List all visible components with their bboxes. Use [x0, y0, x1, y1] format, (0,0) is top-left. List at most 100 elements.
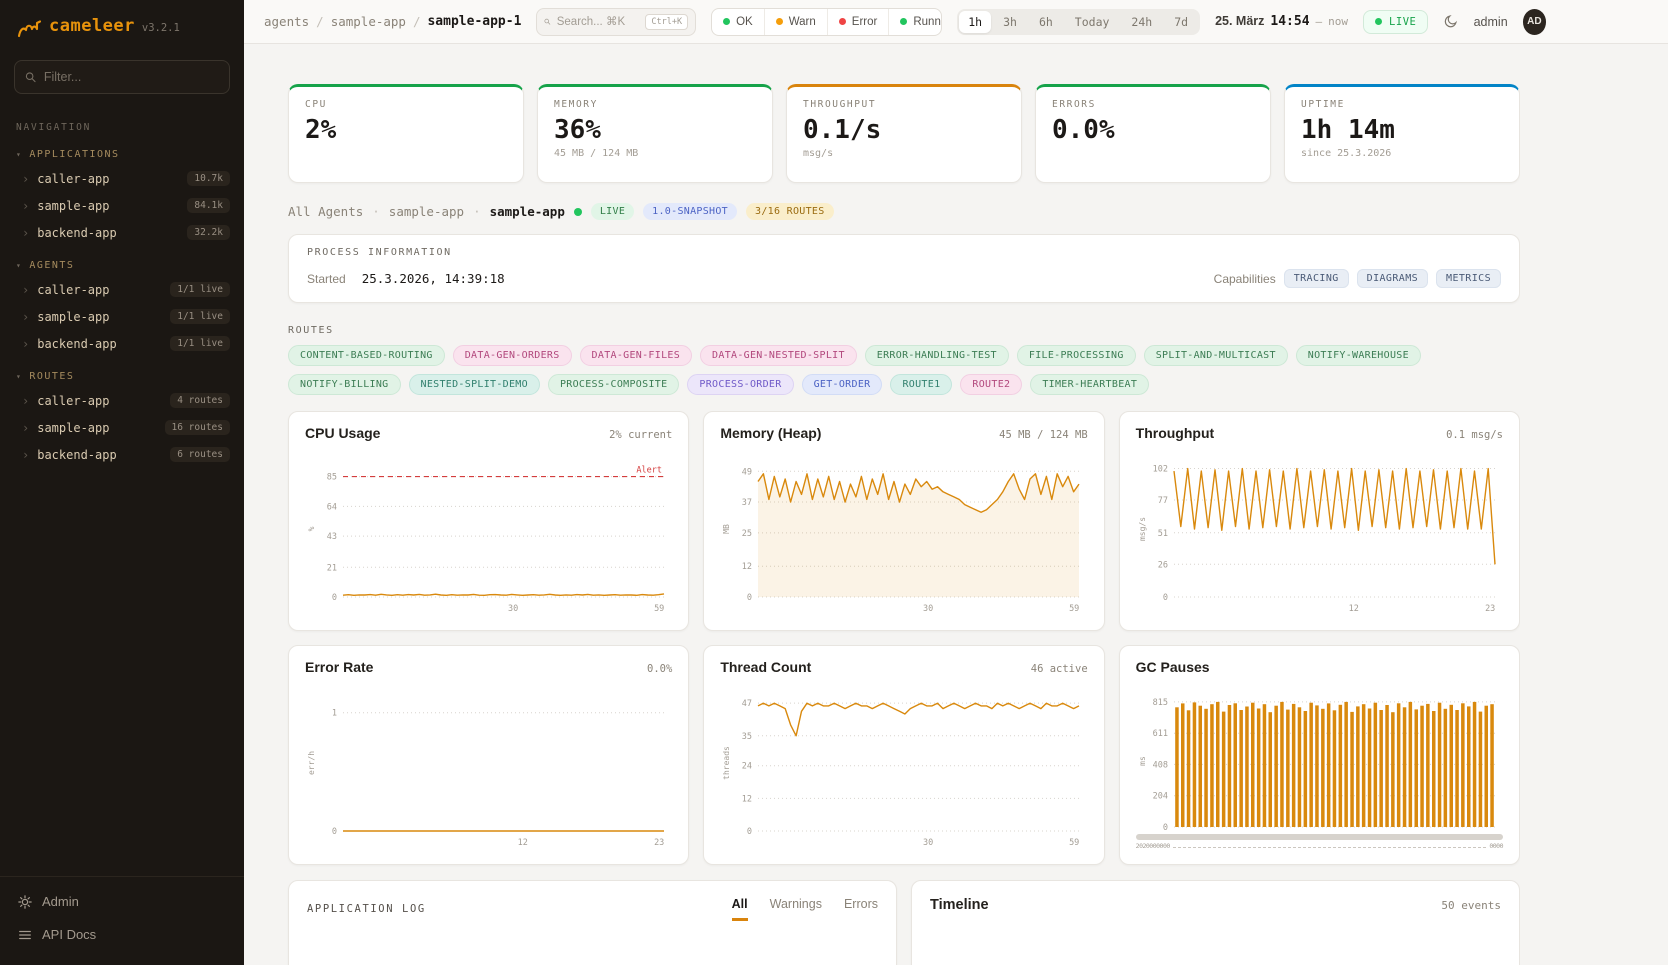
sidebar-item-sample-app[interactable]: ›sample-app1/1 live: [0, 303, 244, 330]
route-chip-file-processing[interactable]: FILE-PROCESSING: [1017, 345, 1136, 366]
route-chip-nested-split-demo[interactable]: NESTED-SPLIT-DEMO: [409, 374, 540, 395]
svg-text:77: 77: [1157, 496, 1167, 506]
svg-text:msg/s: msg/s: [1138, 517, 1147, 541]
sidebar-item-caller-app[interactable]: ›caller-app1/1 live: [0, 276, 244, 303]
sidebar-section-applications: ▾APPLICATIONS›caller-app10.7k›sample-app…: [0, 135, 244, 246]
chart-horizontal-scrollbar[interactable]: [1136, 834, 1503, 840]
route-chip-process-order[interactable]: PROCESS-ORDER: [687, 374, 793, 395]
agent-breadcrumb-link-all-agents[interactable]: All Agents: [288, 204, 363, 219]
time-range-6h[interactable]: 6h: [1029, 11, 1063, 33]
status-filter-label: OK: [736, 16, 753, 28]
route-chip-process-composite[interactable]: PROCESS-COMPOSITE: [548, 374, 679, 395]
sidebar-filter[interactable]: [14, 60, 230, 94]
log-tab-errors[interactable]: Errors: [844, 897, 878, 921]
time-range-3h[interactable]: 3h: [993, 11, 1027, 33]
sidebar-item-label: backend-app: [37, 448, 116, 462]
capabilities-label: Capabilities: [1214, 272, 1276, 286]
agent-breadcrumb-link-sample-app[interactable]: sample-app: [389, 204, 464, 219]
sidebar-item-caller-app[interactable]: ›caller-app10.7k: [0, 165, 244, 192]
agent-live-dot: [574, 208, 582, 216]
chart-title: Thread Count: [720, 659, 811, 675]
sidebar-section-header[interactable]: ▾AGENTS: [0, 246, 244, 276]
stat-card-errors: ERRORS0.0%: [1035, 84, 1271, 183]
chart-card-error-rate: Error Rate0.0%10err/h1223: [288, 645, 689, 865]
route-chip-notify-warehouse[interactable]: NOTIFY-WAREHOUSE: [1296, 345, 1421, 366]
charts-grid: CPU Usage2% current856443210%Alert3059Me…: [288, 411, 1520, 865]
global-search[interactable]: Ctrl+K: [536, 8, 696, 36]
filter-input[interactable]: [44, 70, 219, 84]
search-icon: [25, 71, 36, 83]
svg-text:24: 24: [742, 762, 752, 772]
route-chip-content-based-routing[interactable]: CONTENT-BASED-ROUTING: [288, 345, 445, 366]
route-chip-get-order[interactable]: GET-ORDER: [802, 374, 883, 395]
route-chip-data-gen-orders[interactable]: DATA-GEN-ORDERS: [453, 345, 572, 366]
time-range-today[interactable]: Today: [1065, 11, 1120, 33]
live-status-badge[interactable]: LIVE: [1363, 10, 1428, 34]
svg-text:35: 35: [742, 732, 752, 742]
route-chip-route1[interactable]: ROUTE1: [890, 374, 952, 395]
chart-plot-area: 1027751260msg/s1223: [1136, 449, 1503, 615]
sidebar-item-count-badge: 1/1 live: [170, 282, 230, 297]
log-tab-all[interactable]: All: [732, 897, 748, 921]
svg-text:408: 408: [1152, 760, 1167, 770]
sidebar-item-backend-app[interactable]: ›backend-app6 routes: [0, 441, 244, 468]
live-label: LIVE: [1389, 16, 1416, 28]
svg-text:43: 43: [327, 532, 337, 542]
sidebar-item-admin[interactable]: Admin: [0, 885, 244, 918]
status-filter-ok[interactable]: OK: [712, 9, 764, 35]
range-dash: —: [1316, 15, 1323, 28]
route-chip-notify-billing[interactable]: NOTIFY-BILLING: [288, 374, 401, 395]
chart-current-value: 0.1 msg/s: [1446, 429, 1503, 441]
svg-text:30: 30: [508, 604, 518, 614]
route-chip-route2[interactable]: ROUTE2: [960, 374, 1022, 395]
dark-mode-toggle-moon-icon[interactable]: [1443, 13, 1458, 30]
avatar[interactable]: AD: [1523, 9, 1546, 35]
svg-text:0: 0: [332, 593, 337, 603]
chevron-right-icon: ›: [22, 337, 29, 351]
breadcrumb-item-agents[interactable]: agents: [264, 14, 309, 29]
breadcrumb-item-sample-app[interactable]: sample-app: [331, 14, 406, 29]
time-range-24h[interactable]: 24h: [1121, 11, 1162, 33]
route-chip-split-and-multicast[interactable]: SPLIT-AND-MULTICAST: [1144, 345, 1288, 366]
chart-current-value: 45 MB / 124 MB: [999, 429, 1088, 441]
stat-label: MEMORY: [554, 99, 756, 110]
sidebar-item-count-badge: 1/1 live: [170, 309, 230, 324]
status-filter-label: Error: [852, 16, 878, 28]
app-version: v3.2.1: [142, 22, 180, 34]
route-chip-timer-heartbeat[interactable]: TIMER-HEARTBEAT: [1030, 374, 1149, 395]
sidebar-section-header[interactable]: ▾APPLICATIONS: [0, 135, 244, 165]
sidebar-item-sample-app[interactable]: ›sample-app84.1k: [0, 192, 244, 219]
breadcrumb-separator: /: [413, 14, 421, 29]
time-range-7d[interactable]: 7d: [1164, 11, 1198, 33]
svg-text:0: 0: [747, 593, 752, 603]
route-chip-data-gen-files[interactable]: DATA-GEN-FILES: [580, 345, 693, 366]
search-input[interactable]: [557, 16, 640, 28]
timeline-title: Timeline: [930, 897, 989, 913]
svg-text:23: 23: [1485, 604, 1495, 614]
log-tab-warnings[interactable]: Warnings: [770, 897, 822, 921]
sidebar-section-header[interactable]: ▾ROUTES: [0, 357, 244, 387]
stat-value: 1h 14m: [1301, 115, 1503, 145]
status-filter-warn[interactable]: Warn: [764, 9, 827, 35]
stat-card-throughput: THROUGHPUT0.1/smsg/s: [786, 84, 1022, 183]
route-chip-data-gen-nested-split[interactable]: DATA-GEN-NESTED-SPLIT: [700, 345, 857, 366]
current-timerange[interactable]: 25. März 14:54 — now: [1215, 14, 1348, 29]
stat-card-memory: MEMORY36%45 MB / 124 MB: [537, 84, 773, 183]
time-range-1h[interactable]: 1h: [959, 11, 991, 33]
timeline-card: Timeline 50 events: [911, 880, 1520, 965]
sidebar-section-label: ROUTES: [29, 371, 74, 382]
status-filter-error[interactable]: Error: [827, 9, 889, 35]
route-chip-error-handling-test[interactable]: ERROR-HANDLING-TEST: [865, 345, 1009, 366]
sidebar-item-caller-app[interactable]: ›caller-app4 routes: [0, 387, 244, 414]
sidebar-item-api-docs[interactable]: API Docs: [0, 918, 244, 951]
chevron-right-icon: ›: [22, 283, 29, 297]
sidebar-item-sample-app[interactable]: ›sample-app16 routes: [0, 414, 244, 441]
breadcrumb-item-sample-app-1[interactable]: sample-app-1: [427, 14, 521, 29]
status-filter-running[interactable]: Running: [888, 9, 942, 35]
range-now-label: now: [1328, 15, 1348, 28]
process-information-card: PROCESS INFORMATION Started 25.3.2026, 1…: [288, 234, 1520, 303]
stat-label: THROUGHPUT: [803, 99, 1005, 110]
sidebar-item-backend-app[interactable]: ›backend-app1/1 live: [0, 330, 244, 357]
sidebar-item-backend-app[interactable]: ›backend-app32.2k: [0, 219, 244, 246]
svg-text:threads: threads: [722, 746, 731, 780]
